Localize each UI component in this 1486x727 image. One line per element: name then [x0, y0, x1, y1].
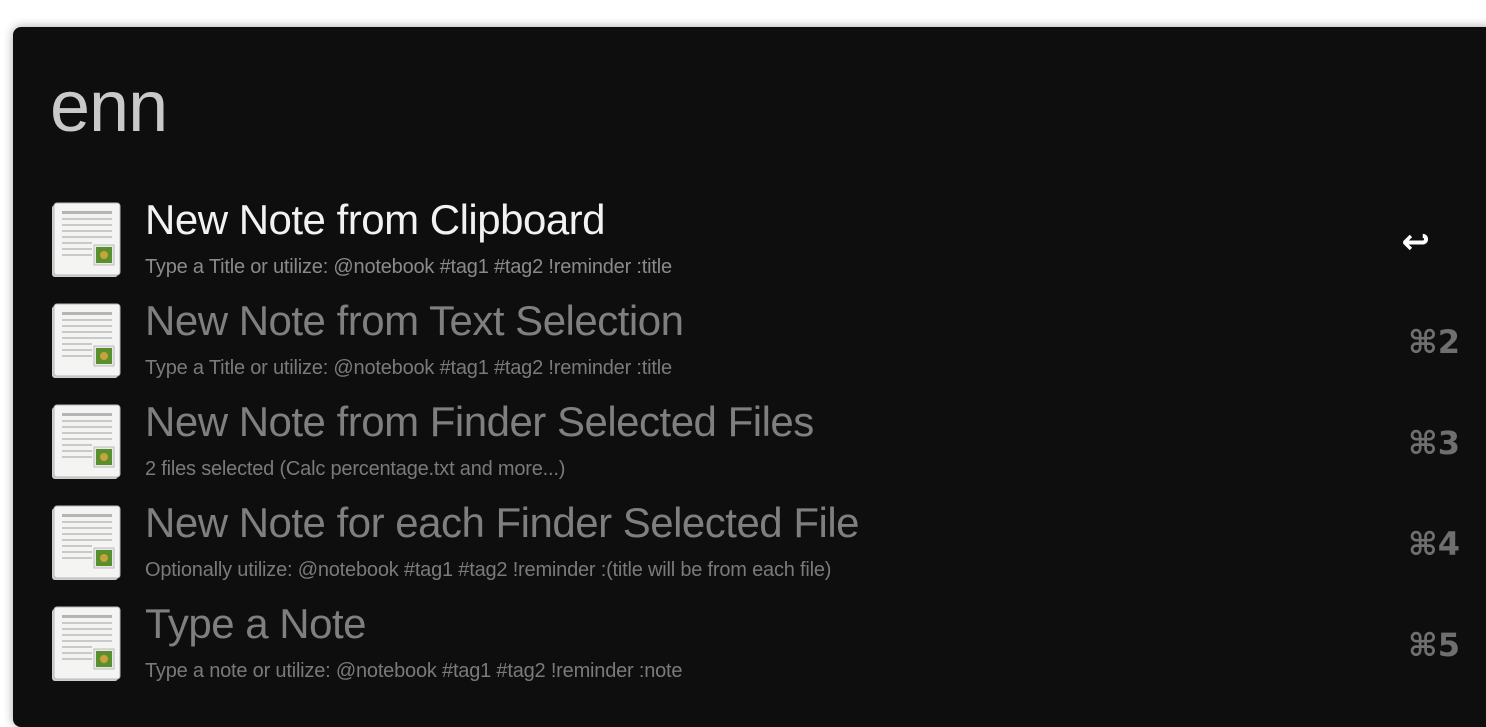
note-document-icon	[52, 606, 121, 681]
result-subtitle: Optionally utilize: @notebook #tag1 #tag…	[145, 559, 832, 581]
result-title: New Note from Finder Selected Files	[145, 398, 814, 445]
result-item-new-note-from-finder-selected-files[interactable]: New Note from Finder Selected Files 2 fi…	[13, 399, 1486, 500]
result-subtitle: Type a Title or utilize: @notebook #tag1…	[145, 256, 672, 278]
search-query-input[interactable]: enn	[50, 71, 168, 143]
shortcut-label: ⌘3	[1408, 424, 1460, 462]
shortcut-label: ⌘5	[1408, 626, 1460, 664]
note-document-icon	[52, 505, 121, 580]
result-subtitle: Type a note or utilize: @notebook #tag1 …	[145, 660, 683, 682]
note-document-icon	[52, 404, 121, 479]
result-item-new-note-from-clipboard[interactable]: New Note from Clipboard Type a Title or …	[13, 197, 1486, 298]
note-document-icon	[52, 303, 121, 378]
results-list: New Note from Clipboard Type a Title or …	[13, 197, 1486, 702]
result-title: New Note for each Finder Selected File	[145, 499, 860, 546]
result-title: Type a Note	[145, 600, 366, 647]
shortcut-label: ⌘4	[1408, 525, 1460, 563]
launcher-window: enn New Note from Clipboard Type a Title…	[13, 27, 1486, 727]
result-item-new-note-for-each-finder-selected-file[interactable]: New Note for each Finder Selected File O…	[13, 500, 1486, 601]
result-item-new-note-from-text-selection[interactable]: New Note from Text Selection Type a Titl…	[13, 298, 1486, 399]
note-document-icon	[52, 202, 121, 277]
shortcut-label: ⌘2	[1408, 323, 1460, 361]
result-title: New Note from Clipboard	[145, 196, 606, 243]
result-title: New Note from Text Selection	[145, 297, 684, 344]
result-item-type-a-note[interactable]: Type a Note Type a note or utilize: @not…	[13, 601, 1486, 702]
result-subtitle: 2 files selected (Calc percentage.txt an…	[145, 458, 566, 480]
return-key-icon: ↩	[1401, 222, 1431, 262]
result-subtitle: Type a Title or utilize: @notebook #tag1…	[145, 357, 672, 379]
